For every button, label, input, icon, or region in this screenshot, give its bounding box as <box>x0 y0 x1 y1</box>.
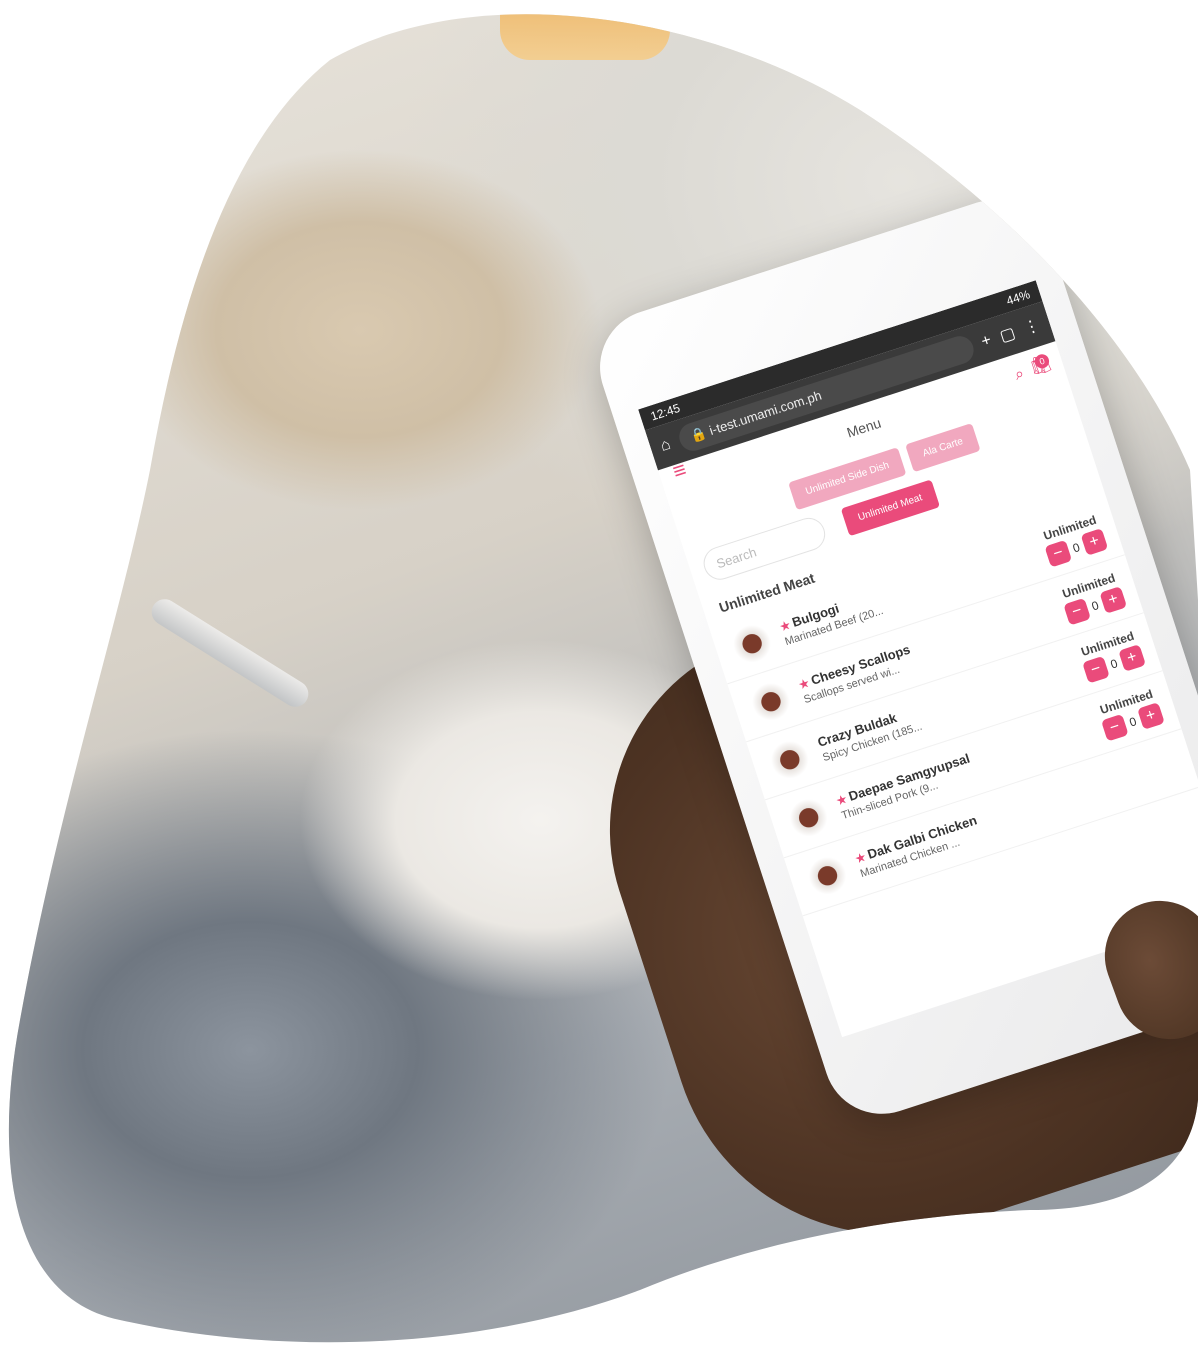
plus-button[interactable]: + <box>1118 644 1146 672</box>
quantity-value: 0 <box>1070 539 1082 556</box>
juice-glass <box>500 0 670 60</box>
quantity-value: 0 <box>1108 655 1120 672</box>
food-thumbnail <box>800 848 855 903</box>
new-tab-icon[interactable]: + <box>979 332 993 352</box>
food-thumbnail <box>743 674 798 729</box>
photo-blob: 12:45 44% ⌂ 🔒 i-test.umami.com.ph + ▢ ⋮ … <box>0 0 1198 1356</box>
home-icon[interactable]: ⌂ <box>658 436 673 456</box>
tabs-icon[interactable]: ▢ <box>997 323 1018 347</box>
page-title: Menu <box>844 414 883 441</box>
food-thumbnail <box>781 790 836 845</box>
plus-button[interactable]: + <box>1137 702 1165 730</box>
food-thumbnail <box>724 616 779 671</box>
plus-button[interactable]: + <box>1080 528 1108 556</box>
plus-button[interactable]: + <box>1099 586 1127 614</box>
quantity-value: 0 <box>1089 597 1101 614</box>
food-thumbnail <box>762 732 817 787</box>
quantity-value: 0 <box>1127 713 1139 730</box>
star-icon: ★ <box>835 793 849 808</box>
star-icon: ★ <box>854 851 868 866</box>
star-icon: ★ <box>797 677 811 692</box>
cart-badge: 0 <box>1033 352 1051 370</box>
cart-icon[interactable]: 🛍0 <box>1027 352 1055 379</box>
search-icon[interactable]: ⌕ <box>1013 365 1027 385</box>
more-icon[interactable]: ⋮ <box>1021 315 1042 339</box>
star-icon: ★ <box>778 619 792 634</box>
butter-knife <box>147 594 313 711</box>
